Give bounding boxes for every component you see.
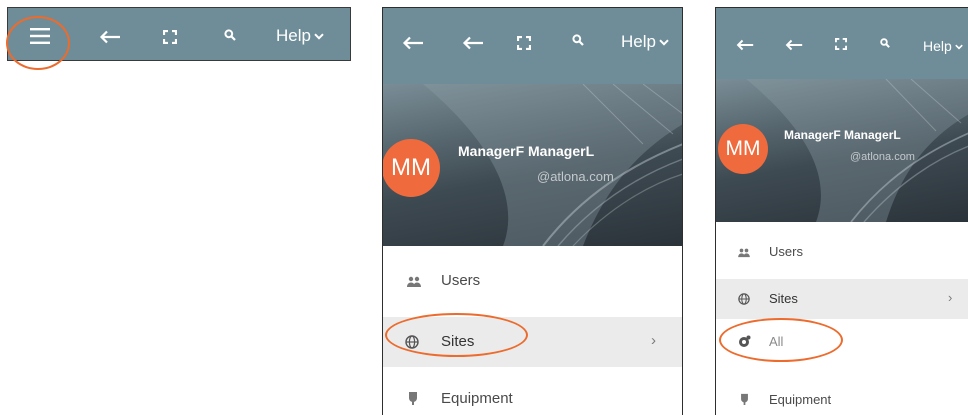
menu-item-users[interactable]: Users — [716, 232, 968, 274]
help-label: Help — [621, 32, 656, 51]
users-icon — [407, 276, 421, 287]
help-menu[interactable]: Help — [621, 33, 669, 51]
avatar: MM — [383, 139, 440, 197]
help-label: Help — [923, 38, 952, 54]
back-arrow-icon[interactable] — [785, 39, 803, 51]
toolbar: Help — [716, 8, 968, 79]
highlight-oval-sites — [385, 313, 528, 357]
menu-item-equipment[interactable]: Equipment — [383, 377, 682, 415]
search-icon[interactable] — [880, 38, 890, 48]
menu-item-equipment-label: Equipment — [769, 392, 832, 407]
menu-item-equipment[interactable]: Equipment — [716, 380, 968, 415]
help-label: Help — [276, 26, 311, 45]
avatar: MM — [718, 124, 768, 174]
toolbar: Help — [383, 8, 682, 84]
user-name: ManagerF ManagerL — [784, 128, 901, 142]
menu-item-sites-chevron: › — [948, 290, 953, 305]
equipment-icon — [409, 392, 417, 405]
avatar-initials: MM — [725, 137, 761, 160]
back-arrow-icon[interactable] — [99, 30, 121, 44]
chevron-down-icon — [314, 33, 324, 40]
menu-item-users-label: Users — [769, 244, 803, 259]
fullscreen-icon[interactable] — [835, 38, 847, 50]
profile-banner: MM ManagerF ManagerL @atlona.com — [383, 84, 682, 246]
back-arrow-icon[interactable] — [402, 36, 424, 50]
globe-icon — [738, 293, 750, 305]
help-menu[interactable]: Help — [923, 37, 963, 55]
fullscreen-icon[interactable] — [517, 36, 531, 50]
fullscreen-icon[interactable] — [163, 30, 177, 44]
back-arrow-icon[interactable] — [736, 39, 754, 51]
user-name: ManagerF ManagerL — [458, 143, 595, 159]
highlight-oval-all — [719, 318, 843, 362]
search-icon[interactable] — [224, 29, 236, 41]
user-email: @atlona.com — [850, 151, 915, 163]
menu-item-users[interactable]: Users — [383, 257, 682, 307]
chevron-down-icon — [955, 44, 963, 50]
menu-item-sites-label: Sites — [769, 291, 798, 306]
menu-item-equipment-label: Equipment — [441, 390, 513, 407]
menu-item-sites[interactable]: Sites › — [716, 279, 968, 319]
menu-item-users-label: Users — [441, 272, 481, 289]
user-email: @atlona.com — [537, 169, 614, 184]
profile-banner: MM ManagerF ManagerL @atlona.com — [716, 79, 968, 222]
equipment-icon — [741, 393, 748, 405]
menu-item-sites-chevron: › — [651, 332, 656, 349]
chevron-down-icon — [659, 39, 669, 46]
back-arrow-icon[interactable] — [462, 36, 484, 50]
search-icon[interactable] — [572, 34, 584, 46]
users-icon — [738, 248, 750, 258]
help-menu[interactable]: Help — [276, 27, 324, 45]
avatar-initials: MM — [391, 154, 431, 181]
highlight-oval-menu — [6, 16, 70, 70]
